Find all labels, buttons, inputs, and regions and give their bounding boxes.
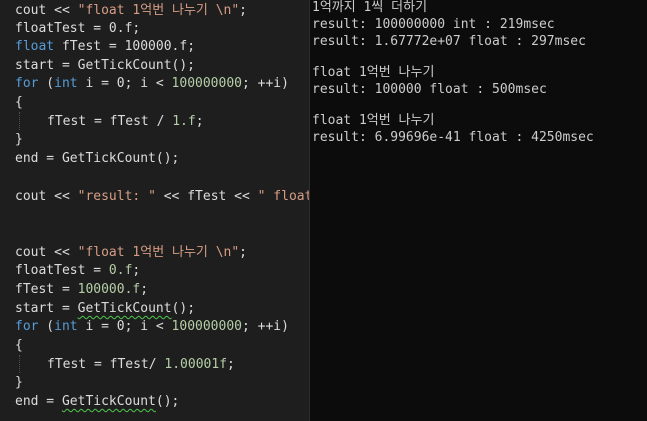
number-literal: 100000000 <box>171 76 242 91</box>
console-line: float 1억번 나누기 <box>312 65 435 80</box>
code-token: end = <box>15 394 62 409</box>
code-token: i = 0; i < <box>77 76 172 91</box>
console-line: result: 6.99696e-41 float : 4250msec <box>312 130 594 145</box>
code-token: ; <box>227 357 235 372</box>
brace-open: { <box>15 95 23 110</box>
code-token: cout << <box>15 3 78 18</box>
console-line: float 1억번 나누기 <box>312 113 435 128</box>
squiggle-warning[interactable]: GetTickCount <box>62 394 156 409</box>
code-token: (); <box>171 301 196 316</box>
indent-guide <box>19 112 20 130</box>
code-token: cout << <box>15 245 78 260</box>
string-literal: "float 1억번 나누기 \n" <box>77 245 240 260</box>
code-line: float fTest = 100000.f; <box>15 38 195 56</box>
code-token: ( <box>38 319 55 334</box>
keyword: int <box>54 76 78 91</box>
code-token: ; <box>195 114 204 129</box>
number-literal: 100000000 <box>171 319 242 334</box>
code-token: cout << <box>15 189 78 204</box>
code-line: fTest = fTest/ 1.00001f; <box>47 356 235 374</box>
code-editor[interactable]: cout << "float 1억번 나누기 \n"; floatTest = … <box>0 0 309 421</box>
code-line: } <box>15 374 23 392</box>
code-line: { <box>15 94 23 112</box>
code-line: { <box>15 337 23 355</box>
keyword: int <box>54 319 78 334</box>
code-token: ( <box>38 76 55 91</box>
console-output[interactable]: 1억까지 1씩 더하기 result: 100000000 int : 219m… <box>310 0 647 421</box>
code-line: fTest = fTest / 1.f; <box>47 113 204 131</box>
code-line: } <box>15 131 23 149</box>
indent-guide <box>19 355 20 373</box>
code-line: floatTest = 0.f; <box>15 20 140 38</box>
keyword: for <box>15 319 39 334</box>
code-token: ; <box>239 245 247 260</box>
string-literal: "result: " <box>77 189 156 204</box>
keyword: for <box>15 76 39 91</box>
code-token: ; ++i) <box>242 319 289 334</box>
console-line: 1억까지 1씩 더하기 <box>312 0 428 15</box>
code-line: start = GetTickCount(); <box>15 57 195 75</box>
code-token: floatTest = <box>15 263 109 278</box>
code-line: for (int i = 0; i < 100000000; ++i) <box>15 318 289 336</box>
number-literal: 1.f <box>172 114 196 129</box>
code-line: cout << "result: " << fTest << " float <box>15 188 309 206</box>
code-token: start = GetTickCount(); <box>15 58 196 73</box>
code-line: end = GetTickCount(); <box>15 393 179 411</box>
code-token: fTest = fTest / <box>47 114 173 129</box>
brace-close: } <box>15 375 23 390</box>
code-token: << fTest << <box>155 189 258 204</box>
code-token: end = GetTickCount(); <box>15 151 180 166</box>
code-token: fTest = 100000.f; <box>54 39 196 54</box>
code-token: start = <box>15 301 78 316</box>
string-literal: "float 1억번 나누기 \n" <box>77 3 240 18</box>
brace-close: } <box>15 132 23 147</box>
code-token: floatTest = 0.f; <box>15 21 141 36</box>
code-line: floatTest = 0.f; <box>15 262 140 280</box>
code-token: ; <box>140 282 149 297</box>
console-line: result: 100000000 int : 219msec <box>312 17 555 32</box>
code-line: cout << "float 1억번 나누기 \n"; <box>15 2 247 20</box>
keyword: float <box>15 39 55 54</box>
code-line: for (int i = 0; i < 100000000; ++i) <box>15 75 289 93</box>
number-literal: 100000.f <box>77 282 141 297</box>
code-token: ; <box>132 263 141 278</box>
console-line: result: 1.67772e+07 float : 297msec <box>312 34 586 49</box>
code-token: (); <box>155 394 180 409</box>
string-literal: " float <box>257 189 309 204</box>
code-token: ; ++i) <box>242 76 289 91</box>
number-literal: 0.f <box>108 263 133 278</box>
code-token: i = 0; i < <box>77 319 172 334</box>
brace-open: { <box>15 338 23 353</box>
number-literal: 1.00001f <box>164 357 228 372</box>
code-token: fTest = fTest/ <box>47 357 165 372</box>
code-token: fTest = <box>15 282 78 297</box>
code-token: ; <box>239 3 247 18</box>
code-line: fTest = 100000.f; <box>15 281 148 299</box>
squiggle-warning[interactable]: GetTickCount <box>78 301 172 316</box>
code-line: end = GetTickCount(); <box>15 150 179 168</box>
console-line: result: 100000 float : 500msec <box>312 82 547 97</box>
code-line: start = GetTickCount(); <box>15 300 195 318</box>
code-line: cout << "float 1억번 나누기 \n"; <box>15 244 247 262</box>
